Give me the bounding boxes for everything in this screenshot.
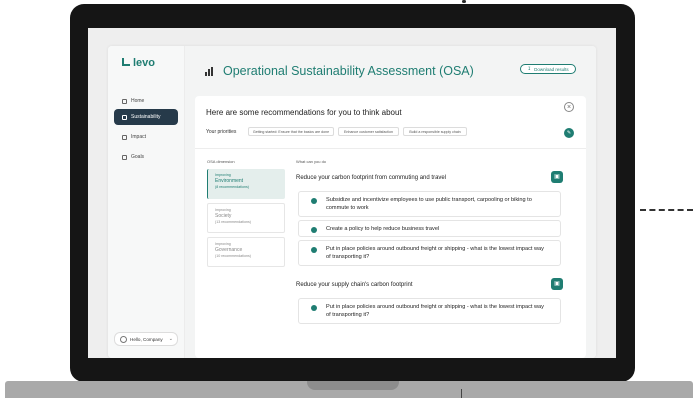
main-content: Operational Sustainability Assessment (O… [185,46,596,358]
dashed-connector [640,209,693,211]
laptop-base-mark [461,389,462,398]
sidebar: levo Home Sustainability Impact Goals He… [108,46,185,358]
sidebar-item-sustainability[interactable]: Sustainability [114,109,178,125]
goals-icon [122,154,127,160]
dimension-status: Improving [215,208,231,212]
laptop-notch [307,381,399,390]
priority-chip[interactable]: Build a responsible supply chain [403,127,467,136]
recommendation-text: Put in place policies around outbound fr… [326,246,544,260]
divider [195,148,586,149]
dimension-society[interactable]: Improving Society (13 recommendations) [207,203,285,233]
home-icon [122,98,127,104]
laptop-screen: levo Home Sustainability Impact Goals He… [88,28,616,358]
download-results-button[interactable]: ↧ Download results [520,64,576,74]
sidebar-item-label: Goals [131,154,145,160]
logo-text: levo [133,57,156,69]
recommendation-text: Create a policy to help reduce business … [326,226,440,232]
status-dot-icon [311,227,317,233]
dimension-name: Society [215,213,232,219]
priorities-label: Your priorities [206,129,237,135]
dimension-name: Governance [215,247,243,253]
dimension-status: Improving [215,242,231,246]
status-dot-icon [311,198,317,204]
status-dot-icon [311,305,317,311]
chart-icon [122,114,127,120]
sidebar-item-goals[interactable]: Goals [114,149,178,165]
impact-icon [122,134,127,140]
dimension-governance[interactable]: Improving Governance (10 recommendations… [207,237,285,267]
dimensions-header: OSA dimension [207,159,235,164]
priority-chip[interactable]: Enhance customer satisfaction [338,127,399,136]
logo[interactable]: levo [122,57,155,69]
status-dot-icon [311,247,317,253]
close-icon[interactable]: × [564,102,574,112]
sidebar-item-label: Home [131,98,145,104]
camera-dot [462,0,466,3]
section-action-icon[interactable]: ▣ [551,278,563,290]
page-title: Operational Sustainability Assessment (O… [205,64,474,78]
account-label: Hello, Company [130,336,163,342]
sidebar-item-label: Sustainability [131,114,161,120]
dimension-count: (10 recommendations) [215,254,251,258]
sidebar-item-impact[interactable]: Impact [114,129,178,145]
dimension-count: (8 recommendations) [215,185,249,189]
recommendation-item[interactable]: Put in place policies around outbound fr… [298,298,561,324]
section-title: Reduce your carbon footprint from commut… [296,175,447,181]
chevron-down-icon: ⌄ [168,336,173,342]
avatar [120,335,127,343]
actions-header: What can you do [296,159,327,164]
section-title: Reduce your supply chain's carbon footpr… [296,282,413,288]
recommendation-item[interactable]: Create a policy to help reduce business … [298,220,561,237]
app-window: levo Home Sustainability Impact Goals He… [108,46,596,358]
page-title-text: Operational Sustainability Assessment (O… [223,64,474,78]
logo-icon [122,58,130,66]
dimension-name: Environment [215,178,244,184]
sidebar-item-home[interactable]: Home [114,93,178,109]
dimension-count: (13 recommendations) [215,220,251,224]
recommendations-panel: Here are some recommendations for you to… [195,96,586,358]
account-menu[interactable]: Hello, Company ⌄ [114,332,178,346]
section-action-icon[interactable]: ▣ [551,171,563,183]
dimension-environment[interactable]: Improving Environment (8 recommendations… [207,169,285,199]
recommendation-text: Subsidize and incentivize employees to u… [326,197,532,211]
priority-chip[interactable]: Getting started: Ensure that the basics … [248,127,334,136]
edit-priorities-icon[interactable]: ✎ [564,128,574,138]
sidebar-item-label: Impact [131,134,147,140]
download-label: Download results [534,66,569,72]
recommendation-text: Put in place policies around outbound fr… [326,304,544,318]
recommendation-item[interactable]: Put in place policies around outbound fr… [298,240,561,266]
download-icon: ↧ [527,66,532,71]
bar-chart-icon [205,66,213,76]
recommendations-title: Here are some recommendations for you to… [206,108,402,117]
dimension-status: Improving [215,173,231,177]
recommendation-item[interactable]: Subsidize and incentivize employees to u… [298,191,561,217]
